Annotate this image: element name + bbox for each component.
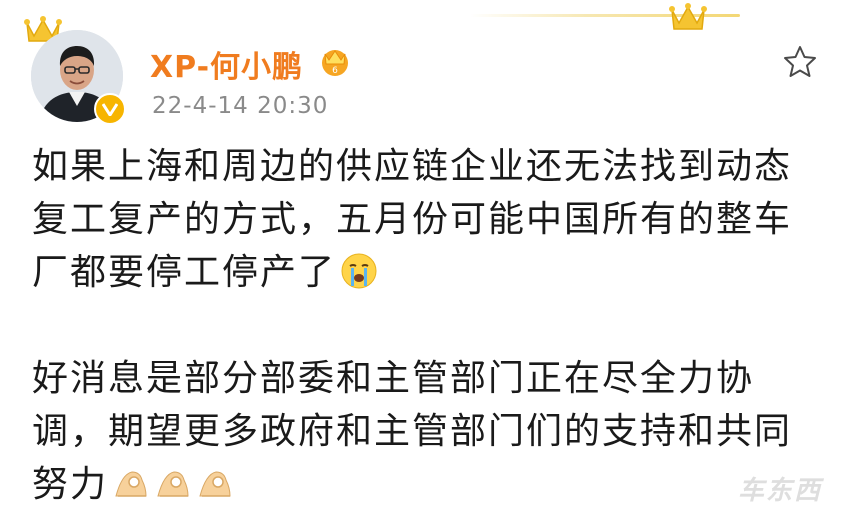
post-line: 努力 xyxy=(32,458,812,511)
post-line-text: 努力 xyxy=(32,464,109,505)
ok-hand-emoji-icon xyxy=(199,471,231,497)
svg-text:6: 6 xyxy=(332,66,338,76)
post-paragraph: 如果上海和周边的供应链企业还无法找到动态 复工复产的方式，五月份可能中国所有的整… xyxy=(32,140,812,299)
crown-decoration-icon xyxy=(669,3,707,30)
verified-badge-icon xyxy=(94,93,126,125)
post-content: 如果上海和周边的供应链企业还无法找到动态 复工复产的方式，五月份可能中国所有的整… xyxy=(32,140,812,511)
post-line: 好消息是部分部委和主管部门正在尽全力协 xyxy=(32,358,755,399)
ok-hand-emoji-icon xyxy=(115,471,147,497)
star-outline-icon[interactable] xyxy=(782,44,818,80)
post-paragraph: 好消息是部分部委和主管部门正在尽全力协 调，期望更多政府和主管部门们的支持和共同… xyxy=(32,352,812,511)
post-timestamp: 22-4-14 20:30 xyxy=(152,93,329,119)
username[interactable]: XP-何小鹏 xyxy=(150,42,303,86)
post-line: 复工复产的方式，五月份可能中国所有的整车 xyxy=(32,199,793,240)
vip-crown-badge-icon: 6 xyxy=(322,50,348,76)
post-line: 调，期望更多政府和主管部门们的支持和共同 xyxy=(32,411,793,452)
post-line: 如果上海和周边的供应链企业还无法找到动态 xyxy=(32,146,793,187)
post-line-text: 厂都要停工停产了 xyxy=(32,252,337,293)
watermark: 车东西 xyxy=(738,476,823,506)
crying-face-emoji-icon xyxy=(341,253,377,289)
ok-hand-emoji-icon xyxy=(157,471,189,497)
post-line: 厂都要停工停产了 xyxy=(32,246,812,299)
